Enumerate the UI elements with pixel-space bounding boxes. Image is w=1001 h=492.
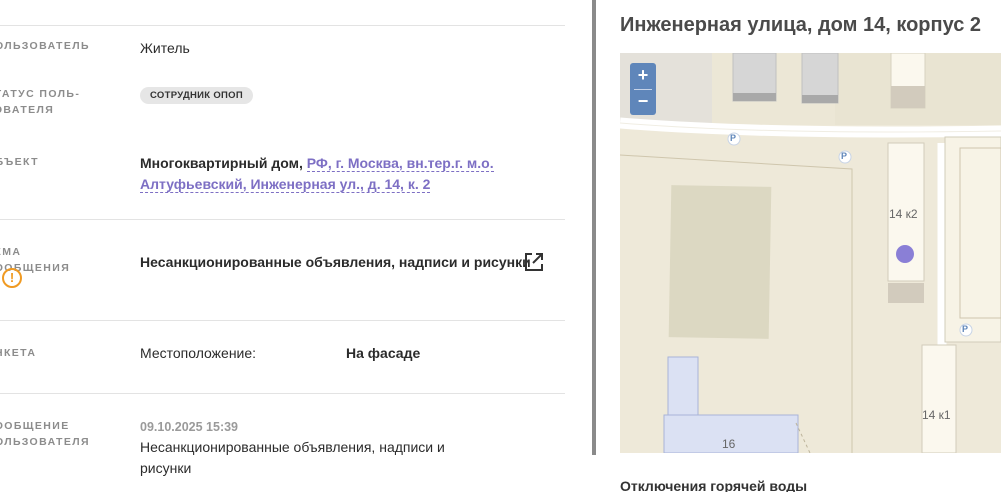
topic-value: Несанкционированные объявления, надписи … — [140, 254, 531, 270]
zoom-control: + − — [630, 63, 656, 115]
message-text: Несанкционированные объявления, надписи … — [140, 439, 445, 476]
divider — [0, 393, 565, 394]
object-address-link[interactable]: РФ, г. Москва, вн.тер.г. м.о. — [306, 155, 494, 172]
parking-icon: P — [730, 133, 737, 143]
map-panel: Инженерная улица, дом 14, корпус 2 P P P… — [598, 0, 1001, 492]
object-value: Многоквартирный дом, РФ, г. Москва, вн.т… — [140, 153, 540, 195]
user-value: Житель — [140, 40, 190, 56]
building-label: 14 к1 — [922, 408, 951, 422]
message-date: 09.10.2025 15:39 — [140, 420, 239, 434]
status-label: Статус поль- зователя — [0, 88, 81, 116]
object-type: Многоквартирный дом, — [140, 155, 303, 171]
user-label: Пользователь — [0, 40, 90, 52]
status-badge: СОТРУДНИК ОПОП — [140, 87, 253, 104]
zoom-out-button[interactable]: − — [630, 89, 656, 115]
divider — [0, 320, 565, 321]
map[interactable]: P P P 14 к2 14 к1 16 + − — [620, 53, 1001, 453]
outage-section-title: Отключения горячей воды — [620, 478, 808, 492]
address-title: Инженерная улица, дом 14, корпус 2 — [620, 14, 982, 36]
building-label: 16 — [722, 437, 736, 451]
zoom-in-button[interactable]: + — [630, 63, 656, 89]
external-link-icon[interactable] — [524, 252, 544, 272]
scrollbar[interactable] — [592, 0, 596, 455]
object-address-link-2[interactable]: Алтуфьевский, Инженерная ул., д. 14, к. … — [140, 176, 431, 193]
object-label: Объект — [0, 156, 39, 168]
message-label: Сообщение пользователя — [0, 420, 90, 448]
request-details-panel: Пользователь Житель Статус поль- зовател… — [0, 0, 590, 492]
map-canvas — [620, 53, 1001, 453]
form-field-label: Местоположение: — [140, 345, 257, 361]
form-label: Анкета — [0, 347, 37, 359]
warning-icon: ! — [2, 268, 22, 288]
parking-icon: P — [841, 151, 848, 161]
divider — [0, 219, 565, 220]
form-field-value: На фасаде — [346, 345, 421, 361]
divider — [0, 25, 565, 26]
parking-icon: P — [962, 324, 969, 334]
building-label: 14 к2 — [889, 207, 918, 221]
